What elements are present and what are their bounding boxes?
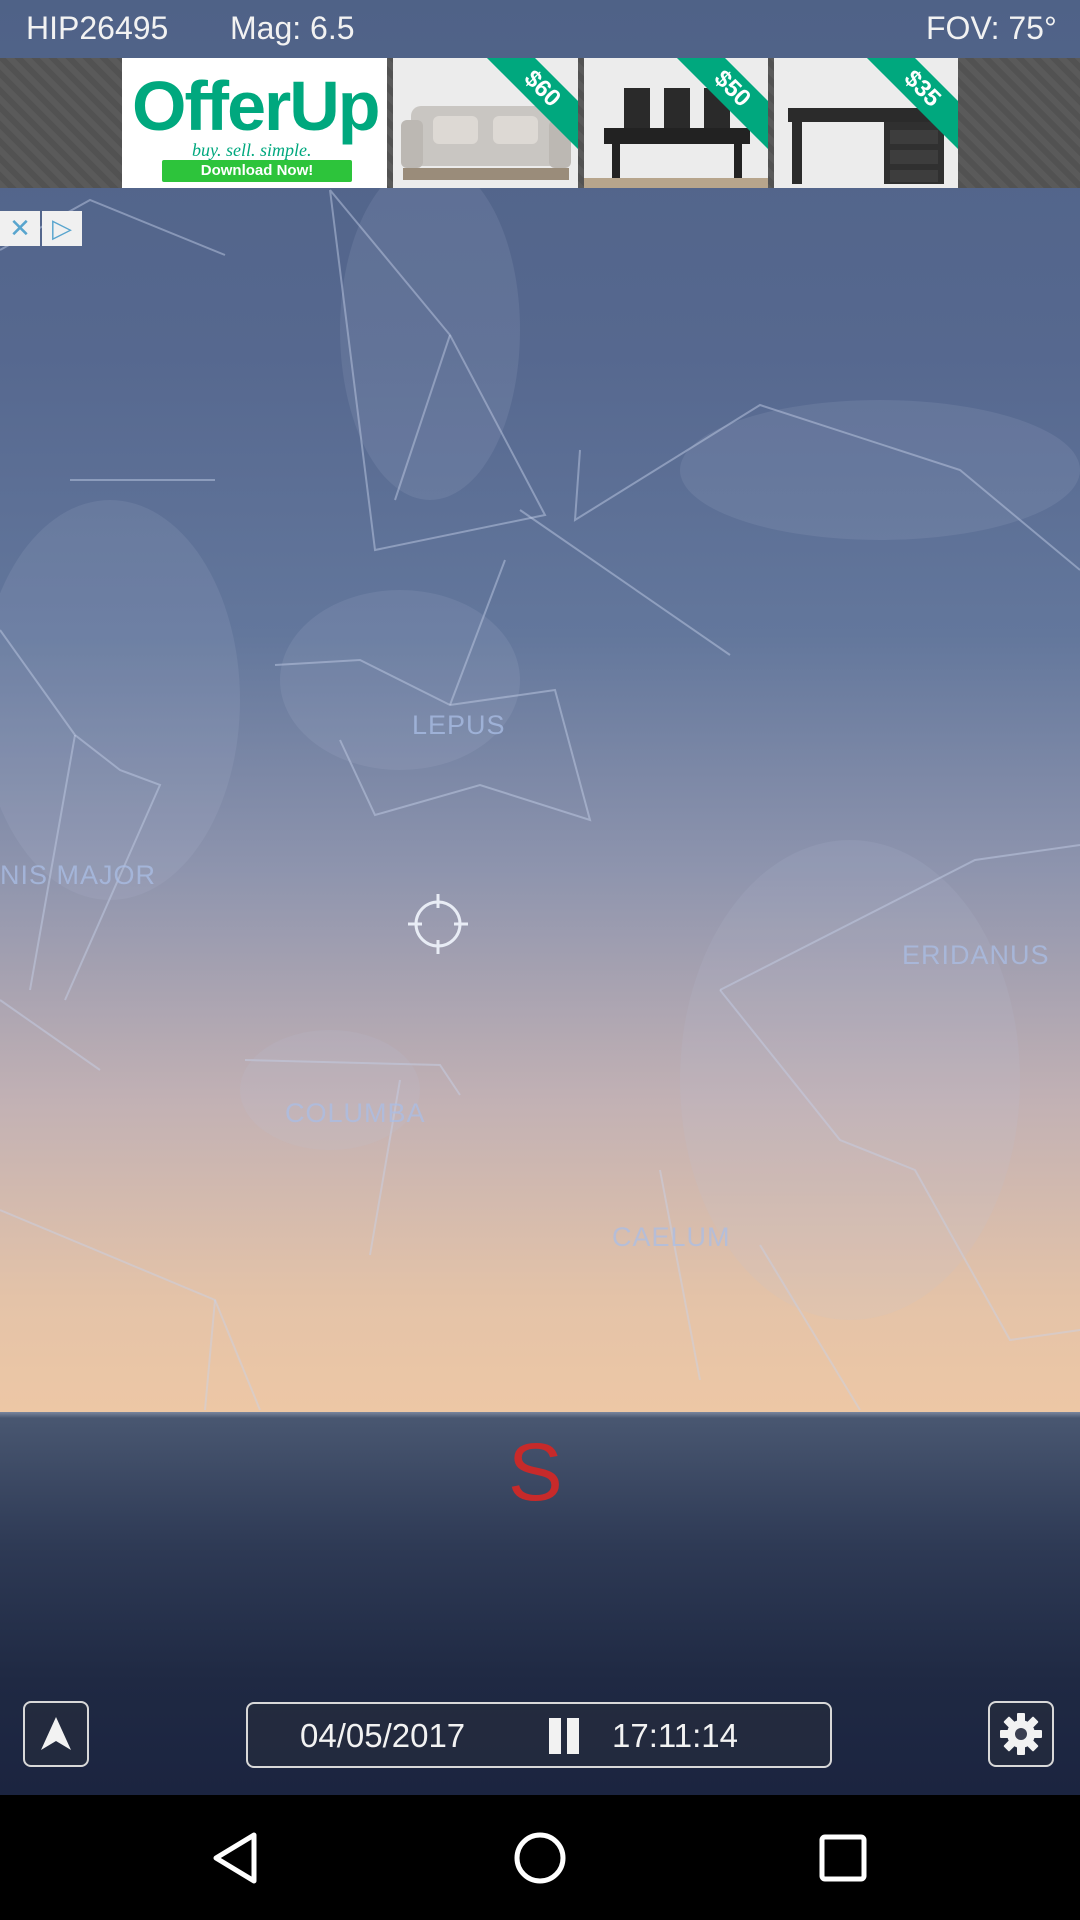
magnitude-readout: Mag: 6.5 xyxy=(230,10,355,46)
ad-item-dining-set[interactable]: $50 xyxy=(583,58,768,188)
time-display[interactable]: 17:11:14 xyxy=(612,1717,738,1755)
settings-button[interactable] xyxy=(988,1701,1054,1767)
compass-direction-label: S xyxy=(508,1427,563,1518)
ad-item-sofa[interactable]: $60 xyxy=(393,58,578,188)
time-control-panel[interactable]: 04/05/2017 17:11:14 xyxy=(246,1702,832,1768)
info-bar: HIP26495 Mag: 6.5 FOV: 75° xyxy=(0,0,1080,58)
recents-icon[interactable] xyxy=(810,1825,876,1891)
close-icon[interactable]: ✕ xyxy=(0,211,40,246)
back-icon[interactable] xyxy=(204,1825,270,1891)
ad-content[interactable]: OfferUp buy. sell. simple. Download Now!… xyxy=(122,58,959,188)
ad-logo[interactable]: OfferUp buy. sell. simple. Download Now! xyxy=(122,58,388,188)
sky-view[interactable]: LEPUS NIS MAJOR ERIDANUS COLUMBA CAELUM xyxy=(0,0,1080,1412)
navigation-arrow-icon xyxy=(41,1717,71,1750)
sky-map-screen: LEPUS NIS MAJOR ERIDANUS COLUMBA CAELUM … xyxy=(0,0,1080,1920)
star-id: HIP26495 xyxy=(26,10,169,46)
ad-item-desk[interactable]: $35 xyxy=(773,58,959,188)
ad-brand: OfferUp xyxy=(132,67,381,145)
constellation-label-columba[interactable]: COLUMBA xyxy=(285,1098,426,1129)
ad-tagline: buy. sell. simple. xyxy=(192,140,312,160)
constellation-label-canis-major[interactable]: NIS MAJOR xyxy=(0,860,156,891)
gear-icon xyxy=(1000,1713,1042,1755)
constellation-label-eridanus[interactable]: ERIDANUS xyxy=(902,940,1050,971)
ad-banner[interactable]: OfferUp buy. sell. simple. Download Now!… xyxy=(0,58,1080,246)
fov-readout: FOV: 75° xyxy=(926,10,1057,46)
navigation-arrow-button[interactable] xyxy=(23,1701,89,1767)
system-nav-bar xyxy=(0,1795,1080,1920)
adchoices-icon[interactable]: ▷ xyxy=(42,211,82,246)
pause-icon[interactable] xyxy=(544,1716,584,1756)
constellation-label-lepus[interactable]: LEPUS xyxy=(412,710,506,741)
constellation-label-caelum[interactable]: CAELUM xyxy=(612,1222,731,1253)
constellation-lines xyxy=(0,160,1080,1411)
date-display[interactable]: 04/05/2017 xyxy=(300,1717,465,1755)
ad-download-button[interactable]: Download Now! xyxy=(162,160,352,182)
home-icon[interactable] xyxy=(507,1825,573,1891)
